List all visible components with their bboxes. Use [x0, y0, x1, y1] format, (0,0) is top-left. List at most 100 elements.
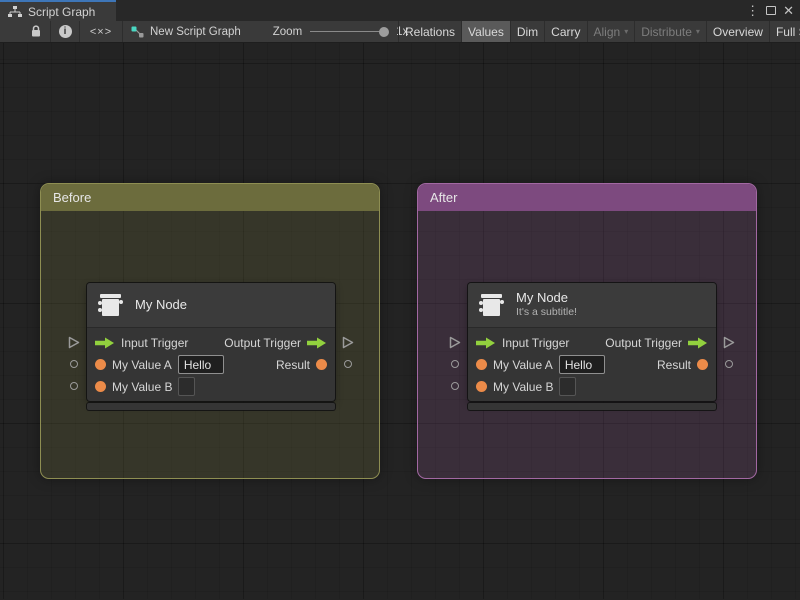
carry-button[interactable]: Carry	[544, 21, 586, 42]
zoom-label: Zoom	[272, 25, 303, 38]
node-subtitle: It's a subtitle!	[516, 306, 577, 319]
values-label: Values	[468, 24, 504, 39]
node-header[interactable]: My Node	[87, 283, 335, 328]
values-button[interactable]: Values	[461, 21, 510, 42]
relations-label: Relations	[405, 24, 456, 39]
value-port-icon[interactable]	[476, 359, 487, 370]
flow-arrow-icon[interactable]	[95, 337, 115, 349]
flow-arrow-icon[interactable]	[688, 337, 708, 349]
result-port[interactable]	[725, 360, 733, 368]
distribute-label: Distribute	[641, 24, 692, 39]
code-view-button[interactable]: <×>	[80, 21, 122, 42]
node-title: My Node	[135, 296, 188, 312]
value-b-label: My Value B	[493, 379, 554, 394]
group-after[interactable]: After My Node It's a subtitle! Input Tri…	[417, 183, 757, 479]
node-footer	[87, 403, 335, 410]
dim-button[interactable]: Dim	[509, 21, 544, 42]
flow-arrow-icon[interactable]	[476, 337, 496, 349]
custom-node-icon	[98, 294, 123, 316]
port-row-trigger: Input Trigger Output Trigger	[468, 332, 716, 353]
lock-button[interactable]	[22, 21, 50, 42]
code-brackets-icon: <×>	[89, 25, 113, 38]
node-body[interactable]: My Node Input Trigger Output Trigger My …	[87, 283, 335, 401]
flow-input-port[interactable]	[68, 336, 80, 349]
group-after-label: After	[430, 190, 458, 205]
value-a-label: My Value A	[112, 357, 172, 372]
value-a-input[interactable]: Hello	[177, 355, 224, 374]
graph-toolbar: i <×> New Script Graph Zoom 1x Relations…	[0, 21, 800, 43]
relations-button[interactable]: Relations	[398, 21, 461, 42]
new-script-graph-button[interactable]: New Script Graph	[123, 21, 249, 42]
flow-output-port[interactable]	[342, 336, 354, 349]
dim-label: Dim	[516, 24, 539, 39]
chevron-down-icon: ▾	[624, 27, 629, 36]
full-screen-button[interactable]: Full Screen	[768, 21, 800, 42]
result-label: Result	[275, 357, 310, 372]
tabbar-spacer	[116, 0, 746, 21]
info-button[interactable]: i	[51, 21, 79, 42]
input-trigger-label: Input Trigger	[502, 335, 570, 350]
distribute-dropdown[interactable]: Distribute ▾	[634, 21, 706, 42]
node-body[interactable]: My Node It's a subtitle! Input Trigger O…	[468, 283, 716, 401]
value-b-input[interactable]	[178, 377, 196, 396]
node-title: My Node	[516, 290, 569, 306]
align-dropdown[interactable]: Align ▾	[586, 21, 635, 42]
group-after-header[interactable]: After	[418, 184, 756, 211]
value-port-icon[interactable]	[95, 359, 106, 370]
overview-button[interactable]: Overview	[705, 21, 769, 42]
value-port-icon[interactable]	[316, 359, 327, 370]
tab-script-graph[interactable]: Script Graph	[0, 0, 116, 21]
overview-label: Overview	[712, 24, 763, 39]
zoom-control: Zoom 1x	[273, 26, 409, 38]
window-tab-bar: Script Graph ⋮ ✕	[0, 0, 800, 21]
value-a-input[interactable]: Hello	[558, 355, 605, 374]
node-footer	[468, 403, 716, 410]
input-trigger-label: Input Trigger	[121, 335, 189, 350]
output-trigger-label: Output Trigger	[224, 335, 301, 350]
value-b-port[interactable]	[70, 382, 78, 390]
zoom-slider[interactable]	[310, 26, 390, 37]
chevron-down-icon: ▾	[695, 27, 700, 36]
custom-node-icon	[479, 294, 504, 316]
group-before-label: Before	[53, 190, 92, 205]
output-trigger-label: Output Trigger	[605, 335, 682, 350]
port-row-trigger: Input Trigger Output Trigger	[87, 332, 335, 353]
result-label: Result	[656, 357, 691, 372]
port-row-value-b: My Value B	[468, 376, 716, 397]
group-before-header[interactable]: Before	[41, 184, 379, 211]
value-port-icon[interactable]	[476, 381, 487, 392]
new-script-graph-label: New Script Graph	[150, 25, 241, 38]
value-a-port[interactable]	[451, 360, 459, 368]
zoom-slider-handle[interactable]	[379, 26, 390, 37]
window-controls: ⋮ ✕	[746, 0, 800, 21]
value-port-icon[interactable]	[697, 359, 708, 370]
tab-title: Script Graph	[28, 4, 96, 19]
value-a-port[interactable]	[70, 360, 78, 368]
graph-hierarchy-icon	[8, 5, 22, 17]
flow-output-port[interactable]	[723, 336, 735, 349]
group-before[interactable]: Before My Node Input Trigger Output Trig…	[40, 183, 380, 479]
align-label: Align	[593, 24, 621, 39]
result-port[interactable]	[344, 360, 352, 368]
node-my-node-after[interactable]: My Node It's a subtitle! Input Trigger O…	[449, 283, 735, 410]
flow-input-port[interactable]	[449, 336, 461, 349]
toolbar-right-group: Relations Values Dim Carry Align ▾ Distr…	[398, 21, 800, 42]
value-b-input[interactable]	[559, 377, 577, 396]
maximize-icon[interactable]	[766, 6, 777, 15]
port-row-value-a: My Value A Hello Result	[468, 354, 716, 375]
value-b-port[interactable]	[451, 382, 459, 390]
kebab-menu-icon[interactable]: ⋮	[746, 4, 759, 17]
port-row-value-a: My Value A Hello Result	[87, 354, 335, 375]
graph-canvas[interactable]: Before My Node Input Trigger Output Trig…	[0, 43, 800, 599]
value-a-label: My Value A	[493, 357, 553, 372]
lock-icon	[32, 25, 40, 37]
node-header[interactable]: My Node It's a subtitle!	[468, 283, 716, 328]
value-port-icon[interactable]	[95, 381, 106, 392]
full-screen-label: Full Screen	[775, 24, 800, 39]
node-my-node-before[interactable]: My Node Input Trigger Output Trigger My …	[68, 283, 354, 410]
value-b-label: My Value B	[112, 379, 173, 394]
flow-arrow-icon[interactable]	[307, 337, 327, 349]
close-icon[interactable]: ✕	[783, 4, 794, 17]
script-graph-icon	[131, 26, 144, 37]
port-row-value-b: My Value B	[87, 376, 335, 397]
